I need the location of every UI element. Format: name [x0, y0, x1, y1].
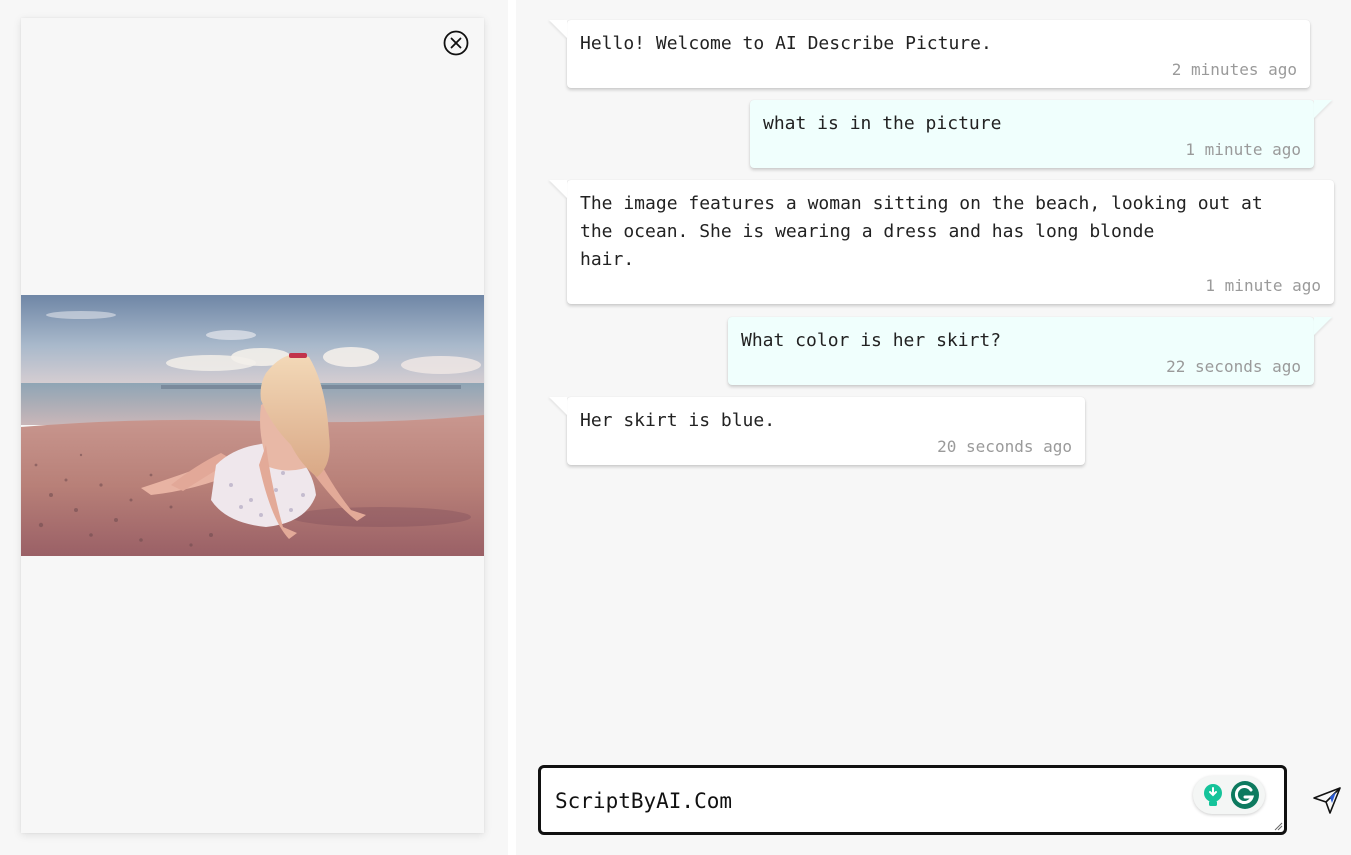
message-input-box[interactable] [538, 765, 1287, 835]
lightbulb-icon[interactable] [1201, 783, 1225, 807]
send-icon[interactable] [1312, 785, 1342, 815]
user-message: what is in the picture 1 minute ago [750, 100, 1332, 168]
grammarly-g-icon[interactable] [1230, 780, 1260, 810]
message-timestamp: 2 minutes ago [1171, 60, 1297, 79]
user-message: What color is her skirt? 22 seconds ago [728, 317, 1332, 385]
bot-message: Hello! Welcome to AI Describe Picture. 2… [549, 20, 1310, 88]
chat-history: Hello! Welcome to AI Describe Picture. 2… [516, 0, 1351, 760]
bubble-tail [1314, 317, 1332, 335]
message-timestamp: 20 seconds ago [937, 437, 1072, 456]
message-input[interactable] [553, 782, 1177, 820]
message-text: What color is her skirt? [741, 330, 1002, 351]
message-timestamp: 1 minute ago [1185, 140, 1301, 159]
message-timestamp: 22 seconds ago [1166, 357, 1301, 376]
bubble-tail [1314, 100, 1332, 118]
bubble-tail [549, 20, 567, 38]
message-text: Her skirt is blue. [580, 410, 776, 431]
bubble-tail [549, 180, 567, 198]
app-window: Hello! Welcome to AI Describe Picture. 2… [0, 0, 1351, 855]
panel-divider [508, 0, 516, 855]
message-text: what is in the picture [763, 113, 1002, 134]
message-timestamp: 1 minute ago [1205, 276, 1321, 295]
close-icon[interactable] [443, 30, 469, 56]
message-text: The image features a woman sitting on th… [580, 193, 1263, 270]
image-preview-panel [21, 18, 484, 833]
grammarly-badge[interactable] [1193, 776, 1265, 814]
message-text: Hello! Welcome to AI Describe Picture. [580, 33, 992, 54]
bot-message: The image features a woman sitting on th… [549, 180, 1334, 304]
bot-message: Her skirt is blue. 20 seconds ago [549, 397, 1085, 465]
resize-grip-icon[interactable] [1273, 821, 1283, 831]
uploaded-photo [21, 295, 484, 556]
bubble-tail [549, 397, 567, 415]
